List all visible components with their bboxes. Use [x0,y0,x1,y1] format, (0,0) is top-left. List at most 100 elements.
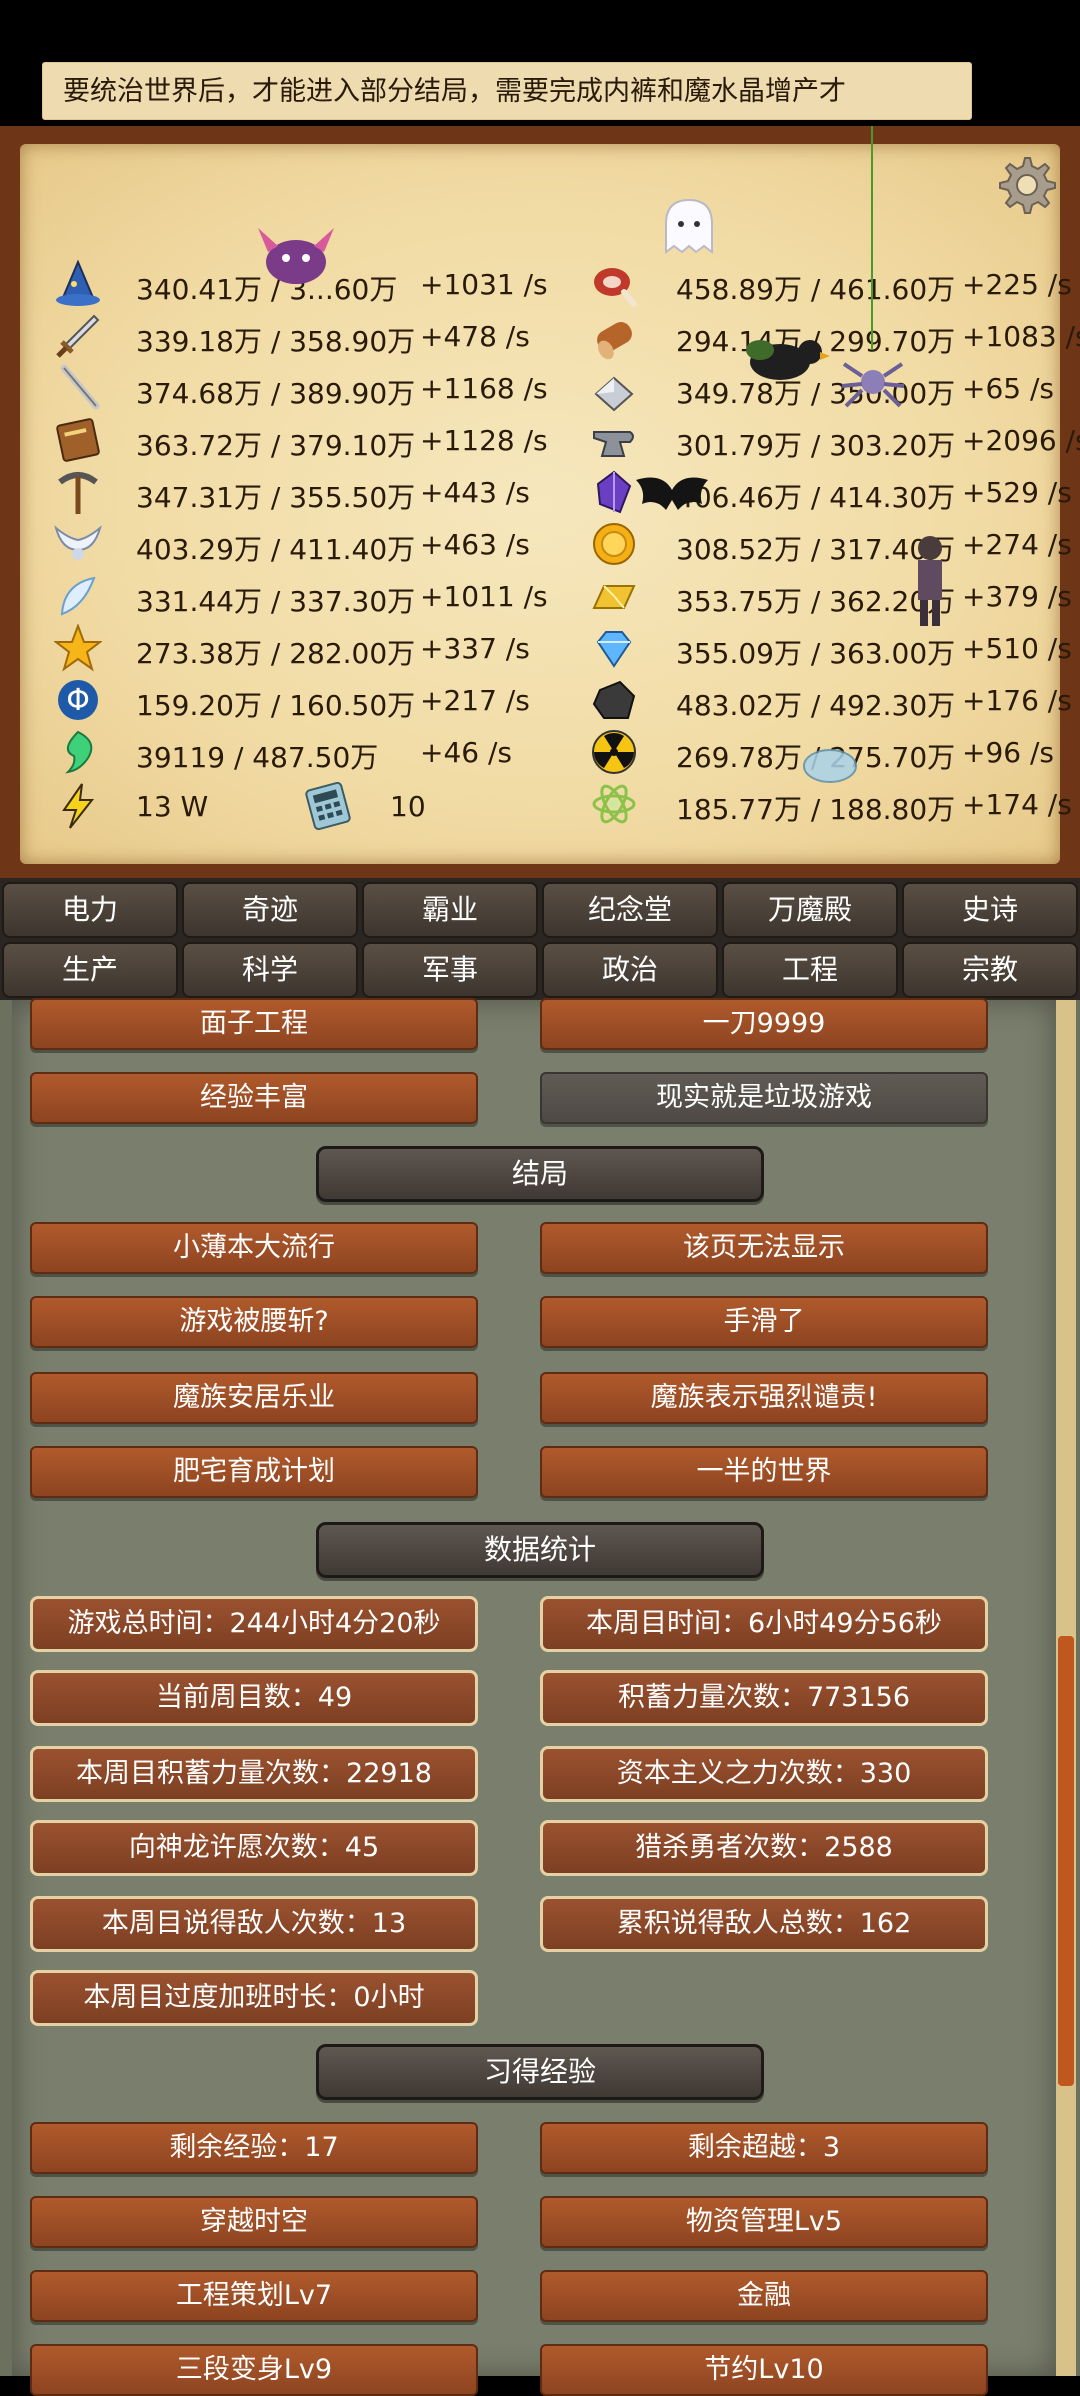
resource-amount: 374.68万 / 389.90万 [136,377,416,410]
right-resource-row: 294.14万 / 299.70万+1083 /s [586,310,1080,362]
anvil-icon [593,431,634,457]
meat-icon [594,268,637,307]
tab-军事[interactable]: 军事 [362,942,538,998]
resource-rate: +217 /s [420,684,530,717]
ending-button[interactable]: 肥宅育成计划 [30,1446,478,1498]
achievement-experienced-button[interactable]: 经验丰富 [30,1072,478,1124]
tab-宗教[interactable]: 宗教 [902,942,1078,998]
resource-rate: +2096 /s [962,424,1080,457]
left-resource-row: 273.38万 / 282.00万 +337 /s [50,622,590,674]
resource-rate: +65 /s [962,372,1055,405]
remaining-experience: 剩余经验：17 [30,2122,478,2174]
stat-dragon-wish-count: 向神龙许愿次数：45 [30,1820,478,1876]
resource-rate: +1168 /s [420,372,548,405]
skill-button[interactable]: 三段变身Lv9 [30,2344,478,2396]
left-resource-row: 347.31万 / 355.50万 +443 /s [50,466,590,518]
spirit-icon [65,730,93,774]
resource-amount: 39119 / 487.50万 [136,741,379,774]
left-resource-row: 403.29万 / 411.40万 +463 /s [50,518,590,570]
notice-banner: 要统治世界后，才能进入部分结局，需要完成内裤和魔水晶增产才 [42,62,972,120]
resource-rate: +1083 /s [962,320,1080,353]
resource-rate: +1128 /s [420,424,548,457]
skill-button[interactable]: 物资管理Lv5 [540,2196,988,2248]
achievement-one-hit-button[interactable]: 一刀9999 [540,998,988,1050]
right-resource-row: 483.02万 / 492.30万 +176 /s [586,674,1080,726]
resource-rate: +96 /s [962,736,1055,769]
star-icon [54,624,102,672]
book-icon [56,418,100,462]
resource-rate: +337 /s [420,632,530,665]
stat-overtime: 本周目过度加班时长：0小时 [30,1970,478,2026]
monster-sprite [258,228,334,284]
spider-thread [871,126,873,350]
resource-rate: +478 /s [420,320,530,353]
stat-power-count: 积蓄力量次数：773156 [540,1670,988,1726]
resource-rate: +1031 /s [420,268,548,301]
ending-button[interactable]: 一半的世界 [540,1446,988,1498]
resource-amount: 159.20万 / 160.50万 [136,689,416,722]
resource-amount: 347.31万 / 355.50万 [136,481,416,514]
left-resource-row: 374.68万 / 389.90万 +1168 /s [50,362,590,414]
atom-icon [592,784,636,824]
crystal-icon [596,470,632,514]
resource-amount: 363.72万 / 379.10万 [136,429,416,462]
section-endings-header: 结局 [316,1146,764,1202]
skill-button[interactable]: 节约Lv10 [540,2344,988,2396]
wood-icon [597,322,632,360]
svg-text:Φ: Φ [66,683,90,718]
gold-coin-icon [593,523,635,565]
gear-icon[interactable] [992,152,1058,218]
right-resource-row: 458.89万 / 461.60万 +225 /s [586,258,1080,310]
stat-total-persuade-count: 累积说得敌人总数：162 [540,1896,988,1952]
skill-button[interactable]: 穿越时空 [30,2196,478,2248]
skill-button[interactable]: 金融 [540,2270,988,2322]
ending-button[interactable]: 游戏被腰斩? [30,1296,478,1348]
stat-run-persuade-count: 本周目说得敌人次数：13 [30,1896,478,1952]
resource-rate: +225 /s [962,268,1072,301]
stat-total-time: 游戏总时间：244小时4分20秒 [30,1596,478,1652]
ending-button[interactable]: 手滑了 [540,1296,988,1348]
achievement-reality-button[interactable]: 现实就是垃圾游戏 [540,1072,988,1124]
wings-icon [54,525,102,560]
left-resource-row: 339.18万 / 358.90万 +478 /s [50,310,590,362]
achievement-face-project-button[interactable]: 面子工程 [30,998,478,1050]
resource-amount: 406.46万 / 414.30万 [676,481,956,514]
iron-icon [594,376,634,412]
phi-icon: Φ [58,680,98,720]
tab-电力[interactable]: 电力 [2,882,178,938]
diamond-icon [596,631,632,668]
ending-button[interactable]: 该页无法显示 [540,1222,988,1274]
warrior-sprite [918,536,942,626]
gold-bar-icon [592,585,636,609]
ending-button[interactable]: 魔族表示强烈谴责! [540,1372,988,1424]
sword-icon [56,314,100,358]
resource-rate: +379 /s [962,580,1072,613]
scrollbar-thumb[interactable] [1058,1636,1074,2086]
left-resource-row: 39119 / 487.50万 +46 /s [50,726,590,778]
resource-amount: 458.89万 / 461.60万 [676,273,956,306]
resource-amount: 185.77万 / 188.80万 [676,793,956,826]
tab-万魔殿[interactable]: 万魔殿 [722,882,898,938]
stat-hero-kill-count: 猎杀勇者次数：2588 [540,1820,988,1876]
stat-capitalism-count: 资本主义之力次数：330 [540,1746,988,1802]
tab-政治[interactable]: 政治 [542,942,718,998]
resource-amount: 403.29万 / 411.40万 [136,533,416,566]
power-row: 13 W 10 [50,780,520,832]
tab-霸业[interactable]: 霸业 [362,882,538,938]
resource-rate: +529 /s [962,476,1072,509]
tab-奇迹[interactable]: 奇迹 [182,882,358,938]
ending-button[interactable]: 小薄本大流行 [30,1222,478,1274]
tab-科学[interactable]: 科学 [182,942,358,998]
resource-amount: 483.02万 / 492.30万 [676,689,956,722]
resource-amount: 301.79万 / 303.20万 [676,429,956,462]
resource-rate: +176 /s [962,684,1072,717]
tab-工程[interactable]: 工程 [722,942,898,998]
tab-纪念堂[interactable]: 纪念堂 [542,882,718,938]
skill-button[interactable]: 工程策划Lv7 [30,2270,478,2322]
resource-rate: +443 /s [420,476,530,509]
right-resource-row: 185.77万 / 188.80万 +174 /s [586,778,1080,830]
tab-生产[interactable]: 生产 [2,942,178,998]
ending-button[interactable]: 魔族安居乐业 [30,1372,478,1424]
tab-史诗[interactable]: 史诗 [902,882,1078,938]
resource-rate: +46 /s [420,736,513,769]
